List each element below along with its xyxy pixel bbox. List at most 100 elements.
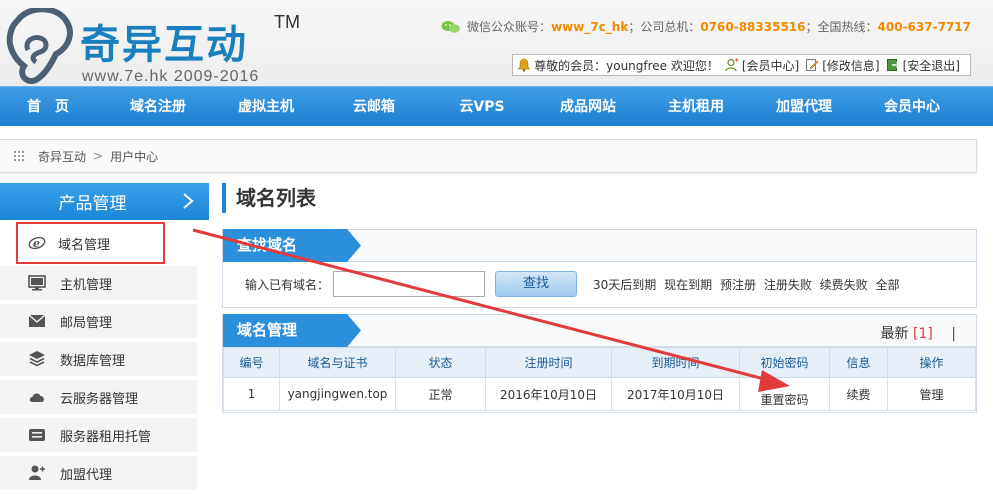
filter-expiring-now[interactable]: 现在到期 — [664, 278, 712, 292]
sidebar-item-label: 云服务器管理 — [60, 391, 139, 407]
hotline-phone: 400-637-7717 — [877, 19, 971, 34]
manage-link[interactable]: 管理 — [887, 377, 976, 411]
domain-manage-panel: 域名管理 最新 [1] | 编号 域名与证书 状态 注册时间 到期时间 初始密码… — [222, 314, 977, 413]
col-password: 初始密码 — [739, 347, 830, 378]
breadcrumb: 奇异互动 > 用户中心 — [0, 139, 977, 173]
sidebar-item-label: 服务器租用托管 — [60, 429, 152, 445]
nav-cloud-vps[interactable]: 云VPS — [430, 87, 534, 127]
chevron-right-icon — [183, 193, 194, 209]
user-icon — [725, 58, 738, 72]
server-icon — [29, 429, 45, 441]
cell-id: 1 — [223, 377, 280, 411]
hq-phone: 0760-88335516 — [700, 19, 806, 34]
search-button[interactable]: 查找 — [495, 271, 578, 297]
cell-registered: 2016年10月10日 — [485, 377, 612, 411]
cell-status: 正常 — [395, 377, 486, 411]
filter-links: 30天后到期 现在到期 预注册 注册失败 续费失败 全部 — [593, 276, 904, 293]
edit-info-label: [修改信息] — [822, 58, 880, 73]
domain-table: 编号 域名与证书 状态 注册时间 到期时间 初始密码 信息 操作 1 yangj… — [223, 347, 976, 411]
envelope-icon — [28, 314, 46, 327]
manage-panel-title: 域名管理 — [237, 321, 298, 339]
recent-label: 最新 — [880, 326, 909, 342]
logout-link[interactable]: [安全退出] — [886, 57, 960, 74]
logo-text: 奇异互动 — [80, 22, 248, 68]
sidebar-item-mail[interactable]: 邮局管理 — [0, 304, 197, 338]
sidebar-item-server-rental[interactable]: 服务器租用托管 — [0, 418, 197, 452]
breadcrumb-separator: > — [93, 149, 104, 163]
sidebar-title: 产品管理 — [58, 194, 127, 214]
breadcrumb-home[interactable]: 奇异互动 — [38, 148, 86, 165]
greeting-text: 尊敬的会员：youngfree 欢迎您！ — [534, 58, 719, 73]
grid-icon — [14, 151, 24, 161]
domain-search-input[interactable] — [333, 271, 486, 297]
add-user-icon — [29, 465, 45, 480]
filter-all[interactable]: 全部 — [876, 278, 900, 292]
recent-number[interactable]: [1] — [913, 326, 933, 342]
page-title: 域名列表 — [222, 183, 316, 213]
monitor-icon — [28, 275, 46, 291]
member-center-label: [会员中心] — [741, 58, 800, 73]
table-row: 1 yangjingwen.top 正常 2016年10月10日 2017年10… — [223, 377, 976, 411]
logo-trademark: TM — [274, 12, 300, 32]
manage-panel-tab: 域名管理 — [223, 314, 363, 347]
domain-e-icon: e — [28, 236, 46, 250]
user-greeting: 尊敬的会员：youngfree 欢迎您！ — [517, 57, 719, 74]
search-domain-panel: 查找域名 输入已有域名： 查找 30天后到期 现在到期 预注册 注册失败 续费失… — [222, 229, 977, 308]
edit-icon — [806, 59, 819, 71]
filter-renew-failed[interactable]: 续费失败 — [820, 278, 868, 292]
search-panel-title: 查找域名 — [237, 236, 298, 254]
sidebar-item-domain[interactable]: e 域名管理 — [16, 222, 165, 264]
svg-text:e: e — [33, 237, 40, 250]
edit-info-link[interactable]: [修改信息] — [805, 57, 880, 74]
wechat-icon — [441, 20, 461, 33]
sidebar-item-label: 域名管理 — [58, 237, 111, 253]
sidebar-item-database[interactable]: 数据库管理 — [0, 342, 197, 376]
bell-icon — [518, 58, 531, 72]
filter-register-failed[interactable]: 注册失败 — [764, 278, 812, 292]
wechat-label: 微信公众账号： — [467, 20, 552, 34]
nav-home[interactable]: 首 页 — [0, 87, 96, 127]
recent-divider: | — [951, 326, 956, 342]
cell-domain: yangjingwen.top — [279, 377, 396, 411]
search-row: 输入已有域名： 查找 30天后到期 现在到期 预注册 注册失败 续费失败 全部 — [223, 262, 976, 306]
col-domain: 域名与证书 — [279, 347, 396, 378]
renew-link[interactable]: 续费 — [829, 377, 888, 411]
reset-password-link[interactable]: 重置密码 — [739, 377, 830, 411]
col-action: 操作 — [887, 347, 976, 378]
breadcrumb-current: 用户中心 — [110, 149, 159, 164]
hq-label: ；公司总机： — [628, 20, 701, 34]
search-panel-header: 查找域名 — [223, 229, 976, 262]
filter-30-days[interactable]: 30天后到期 — [593, 278, 656, 292]
sidebar-item-label: 加盟代理 — [60, 467, 113, 483]
nav-website[interactable]: 成品网站 — [536, 87, 640, 127]
layers-icon — [29, 351, 45, 367]
member-center-link[interactable]: [会员中心] — [725, 57, 799, 74]
nav-domain-register[interactable]: 域名注册 — [106, 87, 210, 127]
sidebar-item-label: 邮局管理 — [60, 315, 113, 331]
wechat-value: www_7c_hk — [551, 19, 629, 34]
search-panel-tab: 查找域名 — [223, 229, 363, 262]
col-registered: 注册时间 — [485, 347, 612, 378]
contact-info: 微信公众账号： www_7c_hk ；公司总机： 0760-88335516 ；… — [441, 18, 971, 35]
cell-expires: 2017年10月10日 — [611, 377, 740, 411]
filter-pre-register[interactable]: 预注册 — [720, 278, 756, 292]
nav-host-rental[interactable]: 主机租用 — [644, 87, 748, 127]
cloud-icon — [29, 393, 44, 402]
logout-icon — [886, 59, 900, 71]
sidebar-item-host[interactable]: 主机管理 — [0, 266, 197, 300]
nav-member-center[interactable]: 会员中心 — [860, 87, 964, 127]
search-label: 输入已有域名： — [245, 277, 330, 292]
logo-subtitle: www.7e.hk 2009-2016 — [82, 68, 260, 85]
nav-agent[interactable]: 加盟代理 — [752, 87, 856, 127]
nav-virtual-host[interactable]: 虚拟主机 — [214, 87, 318, 127]
sidebar-item-cloud-server[interactable]: 云服务器管理 — [0, 380, 197, 414]
nav-cloud-mail[interactable]: 云邮箱 — [322, 87, 426, 127]
logout-label: [安全退出] — [902, 58, 960, 73]
table-header-row: 编号 域名与证书 状态 注册时间 到期时间 初始密码 信息 操作 — [223, 347, 976, 378]
sidebar-item-agent[interactable]: 加盟代理 — [0, 456, 197, 490]
site-logo[interactable]: 奇异互动 TM www.7e.hk 2009-2016 — [6, 6, 306, 86]
recent-count: 最新 [1] | — [881, 323, 956, 343]
sidebar-item-label: 数据库管理 — [60, 353, 126, 369]
sidebar-header[interactable]: 产品管理 — [0, 183, 209, 220]
col-expires: 到期时间 — [611, 347, 740, 378]
